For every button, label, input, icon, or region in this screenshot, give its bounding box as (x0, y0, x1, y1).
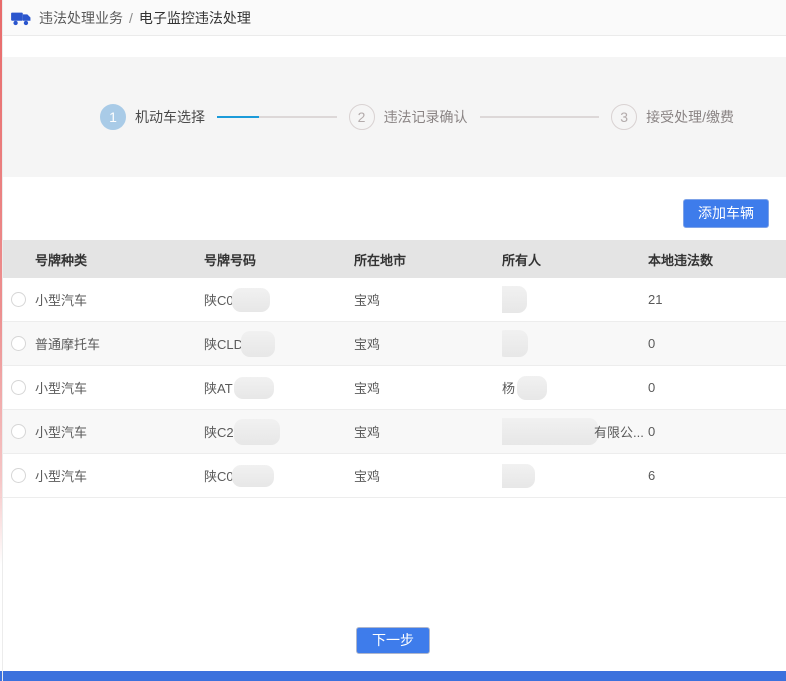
redacted-plate (234, 419, 280, 445)
plate-type-cell: 小型汽车 (35, 290, 204, 309)
step-1-label: 机动车选择 (135, 107, 205, 127)
redacted-owner (502, 418, 598, 445)
city-cell: 宝鸡 (354, 378, 502, 397)
table-row[interactable]: 小型汽车 陕C0 宝鸡 21 (0, 278, 786, 322)
row-radio-cell (0, 336, 35, 351)
redacted-plate (232, 465, 274, 487)
row-3-radio[interactable] (11, 380, 26, 395)
violation-count-cell: 21 (648, 292, 786, 307)
step-1-circle: 1 (100, 104, 126, 130)
vehicle-table: 号牌种类 号牌号码 所在地市 所有人 本地违法数 小型汽车 陕C0 宝鸡 21 … (0, 240, 786, 498)
spacer (0, 36, 786, 57)
redacted-owner (502, 330, 528, 357)
header-plate-type: 号牌种类 (35, 250, 204, 269)
truck-icon (10, 9, 32, 27)
plate-type-cell: 小型汽车 (35, 378, 204, 397)
owner-prefix: 杨 (502, 378, 515, 397)
owner-cell (502, 286, 648, 313)
plate-prefix: 陕CLD (204, 334, 243, 353)
stepper: 1 机动车选择 2 违法记录确认 3 接受处理/缴费 (100, 104, 734, 130)
breadcrumb: 违法处理业务 / 电子监控违法处理 (0, 0, 786, 36)
row-2-radio[interactable] (11, 336, 26, 351)
table-row[interactable]: 小型汽车 陕C0 宝鸡 6 (0, 454, 786, 498)
table-row[interactable]: 小型汽车 陕AT 宝鸡 杨 0 (0, 366, 786, 410)
step-3-circle: 3 (611, 104, 637, 130)
violation-count-cell: 0 (648, 424, 786, 439)
row-5-radio[interactable] (11, 468, 26, 483)
left-border-line (2, 0, 3, 681)
violation-count-cell: 0 (648, 336, 786, 351)
owner-suffix: 有限公... (594, 422, 644, 441)
step-progress-line (217, 116, 259, 118)
city-cell: 宝鸡 (354, 466, 502, 485)
owner-cell (502, 330, 648, 357)
step-2-circle: 2 (349, 104, 375, 130)
breadcrumb-current-page: 电子监控违法处理 (139, 8, 251, 28)
step-3-accept-pay: 3 接受处理/缴费 (611, 104, 734, 130)
plate-type-cell: 普通摩托车 (35, 334, 204, 353)
toolbar: 添加车辆 (0, 177, 786, 240)
header-violation-count: 本地违法数 (648, 250, 786, 269)
plate-prefix: 陕C0 (204, 290, 234, 309)
redacted-owner (517, 376, 547, 400)
breadcrumb-separator: / (129, 10, 133, 26)
row-1-radio[interactable] (11, 292, 26, 307)
table-header-row: 号牌种类 号牌号码 所在地市 所有人 本地违法数 (0, 240, 786, 278)
breadcrumb-section[interactable]: 违法处理业务 (39, 8, 123, 28)
step-2-record-confirm: 2 违法记录确认 (349, 104, 468, 130)
row-radio-cell (0, 292, 35, 307)
plate-prefix: 陕AT (204, 378, 233, 397)
owner-cell (502, 464, 648, 488)
row-4-radio[interactable] (11, 424, 26, 439)
footer-bar (0, 671, 786, 681)
step-3-label: 接受处理/缴费 (646, 107, 734, 127)
owner-cell: 杨 (502, 376, 648, 400)
actions-area: 下一步 (0, 627, 786, 654)
redacted-owner (502, 286, 527, 313)
violation-count-cell: 6 (648, 468, 786, 483)
redacted-owner (502, 464, 535, 488)
redacted-plate (232, 288, 270, 312)
plate-prefix: 陕C0 (204, 466, 234, 485)
page: 违法处理业务 / 电子监控违法处理 1 机动车选择 2 违法记录确认 3 接受处… (0, 0, 786, 681)
row-radio-cell (0, 380, 35, 395)
header-city: 所在地市 (354, 250, 502, 269)
plate-type-cell: 小型汽车 (35, 422, 204, 441)
owner-cell: 有限公... (502, 418, 648, 445)
city-cell: 宝鸡 (354, 290, 502, 309)
next-step-button[interactable]: 下一步 (356, 627, 430, 654)
table-row[interactable]: 普通摩托车 陕CLD 宝鸡 0 (0, 322, 786, 366)
step-connector-1 (217, 116, 337, 118)
plate-number-cell: 陕AT (204, 377, 354, 399)
left-red-accent (0, 0, 2, 565)
stepper-panel: 1 机动车选择 2 违法记录确认 3 接受处理/缴费 (0, 57, 786, 177)
violation-count-cell: 0 (648, 380, 786, 395)
plate-number-cell: 陕C0 (204, 465, 354, 487)
add-vehicle-button[interactable]: 添加车辆 (683, 199, 769, 228)
table-row[interactable]: 小型汽车 陕C2 宝鸡 有限公... 0 (0, 410, 786, 454)
plate-number-cell: 陕CLD (204, 331, 354, 357)
header-owner: 所有人 (502, 250, 648, 269)
city-cell: 宝鸡 (354, 334, 502, 353)
plate-number-cell: 陕C0 (204, 288, 354, 312)
redacted-plate (241, 331, 275, 357)
plate-number-cell: 陕C2 (204, 419, 354, 445)
row-radio-cell (0, 424, 35, 439)
step-2-label: 违法记录确认 (384, 107, 468, 127)
city-cell: 宝鸡 (354, 422, 502, 441)
plate-prefix: 陕C2 (204, 422, 234, 441)
step-1-vehicle-select: 1 机动车选择 (100, 104, 205, 130)
row-radio-cell (0, 468, 35, 483)
header-plate-number: 号牌号码 (204, 250, 354, 269)
step-connector-2 (480, 116, 600, 118)
plate-type-cell: 小型汽车 (35, 466, 204, 485)
redacted-plate (234, 377, 274, 399)
